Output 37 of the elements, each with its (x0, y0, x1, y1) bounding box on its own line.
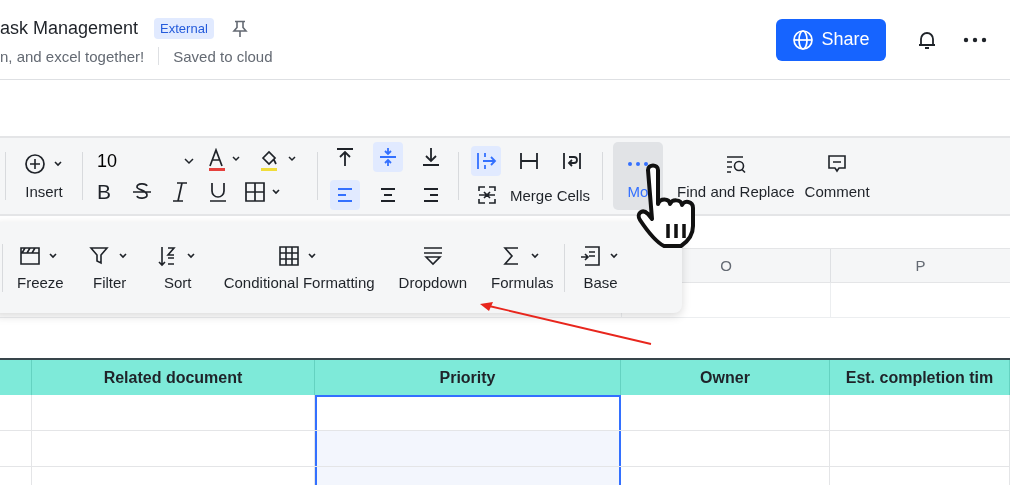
menu-item[interactable]: Dropdown (388, 244, 477, 291)
comment-button[interactable]: Comment (804, 152, 870, 200)
table-header-cell: Related document (32, 360, 315, 395)
insert-button[interactable]: Insert (24, 152, 64, 200)
merge-cells-button[interactable]: Merge Cells (471, 184, 591, 206)
comment-icon (826, 152, 849, 175)
external-tag: External (154, 18, 214, 39)
document-description: n, and excel together! (0, 47, 145, 65)
bold-icon[interactable]: B (91, 180, 117, 204)
menu-item[interactable]: Conditional Formatting (213, 244, 385, 291)
text-wrap-icon (518, 150, 540, 172)
menu-item[interactable]: Sort (145, 244, 210, 291)
document-title: ask Management (0, 18, 139, 39)
table-header-cell: Priority (315, 360, 621, 395)
font-size-dropdown[interactable]: 10 (95, 150, 195, 172)
menu-item[interactable]: Formulas (481, 244, 564, 291)
table-cell[interactable] (315, 431, 621, 466)
table-header-cell: Owner (621, 360, 830, 395)
menu-item[interactable]: Filter (77, 244, 142, 291)
alignment-icon (420, 146, 442, 168)
globe-icon (792, 28, 815, 51)
menu-item[interactable]: Freeze (7, 244, 74, 291)
column-header[interactable]: P (830, 249, 1010, 282)
merge-icon (476, 184, 498, 206)
share-button[interactable]: Share (776, 18, 886, 61)
more-icon[interactable] (963, 36, 987, 43)
alignment-icon (334, 146, 356, 168)
table-header-cell: Est. completion tim (830, 360, 1010, 395)
chevron-icon (183, 157, 195, 165)
ellipsis-icon (628, 161, 649, 166)
add-icon (24, 152, 64, 175)
text-wrap-icon (475, 150, 497, 172)
alignment-icon (377, 146, 399, 168)
pin-icon[interactable] (231, 19, 248, 38)
find-and-replace-button[interactable]: Find and Replace (677, 152, 795, 200)
save-status: Saved to cloud (173, 47, 273, 65)
text-wrap-icon (561, 150, 583, 172)
